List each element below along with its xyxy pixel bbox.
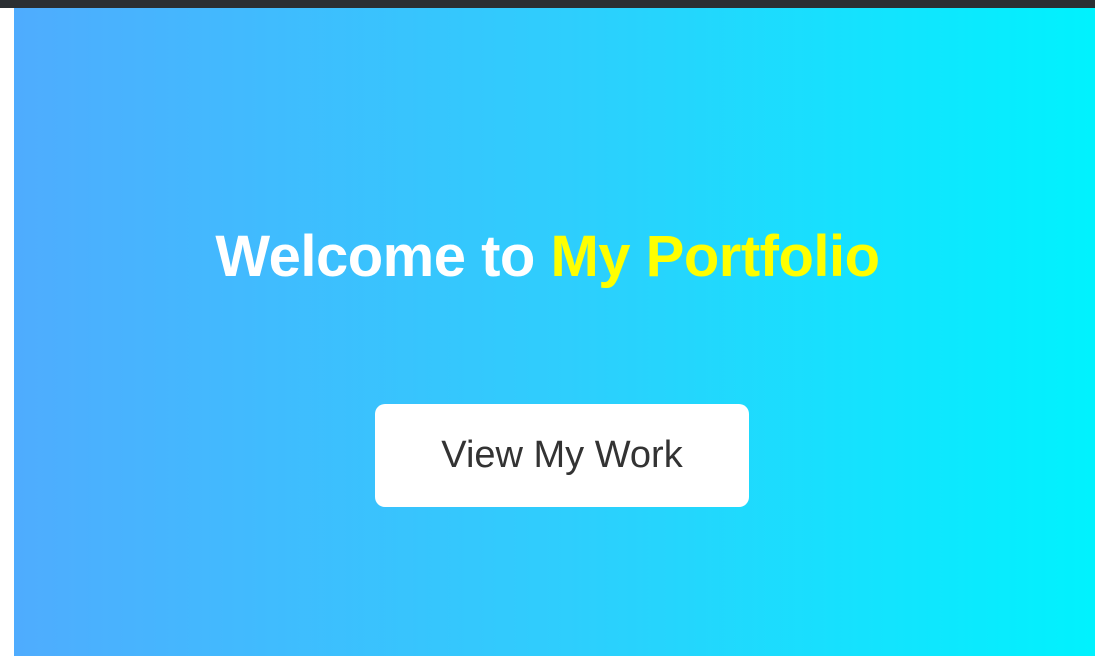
hero-title-lead: Welcome to: [215, 224, 551, 289]
page: Welcome to My Portfolio View My Work: [0, 0, 1095, 656]
hero-section: [14, 8, 1095, 656]
window-top-bar: [0, 0, 1095, 8]
hero-title: Welcome to My Portfolio: [0, 222, 1095, 292]
hero-title-accent: My Portfolio: [550, 224, 880, 289]
view-my-work-button[interactable]: View My Work: [375, 404, 749, 507]
